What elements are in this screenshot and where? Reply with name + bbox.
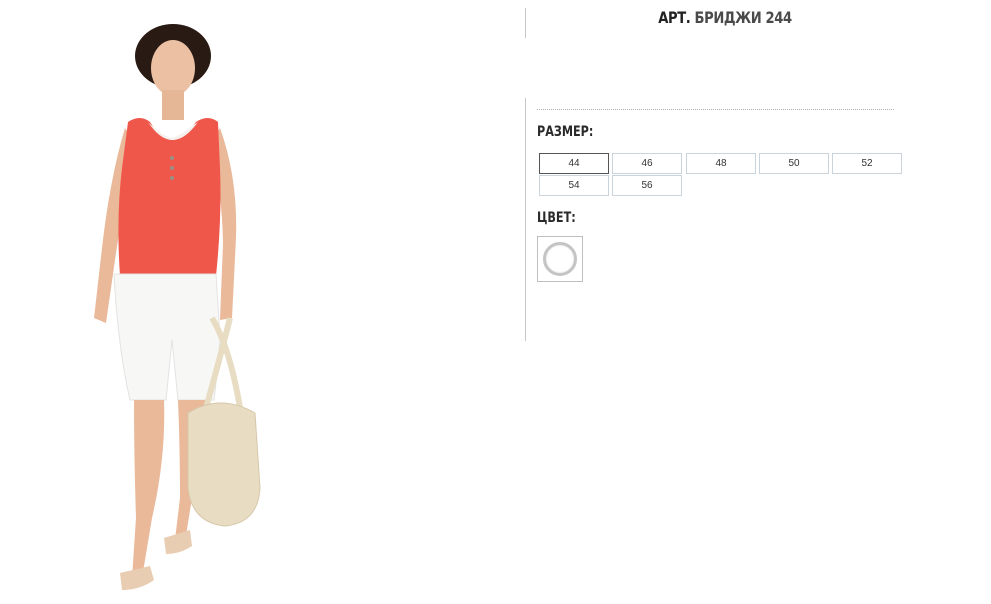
size-option-50[interactable]: 50 (759, 153, 829, 174)
size-option-44[interactable]: 44 (539, 153, 609, 174)
size-option-48[interactable]: 48 (686, 153, 756, 174)
title-prefix: АРТ. (658, 8, 691, 27)
color-label: ЦВЕТ: (537, 210, 576, 226)
size-option-52[interactable]: 52 (832, 153, 902, 174)
divider-top (525, 8, 526, 38)
model-illustration (94, 24, 261, 590)
product-title: АРТ. БРИДЖИ 244 (623, 8, 828, 27)
size-option-54[interactable]: 54 (539, 175, 609, 196)
swatch-circle-icon (543, 242, 577, 276)
color-swatch-white[interactable] (537, 236, 583, 282)
divider-main (525, 98, 526, 341)
size-option-56[interactable]: 56 (612, 175, 682, 196)
size-label: РАЗМЕР: (537, 124, 594, 140)
product-photo (80, 18, 280, 598)
size-option-46[interactable]: 46 (612, 153, 682, 174)
title-name: БРИДЖИ 244 (694, 8, 793, 27)
dotted-separator (537, 109, 894, 110)
